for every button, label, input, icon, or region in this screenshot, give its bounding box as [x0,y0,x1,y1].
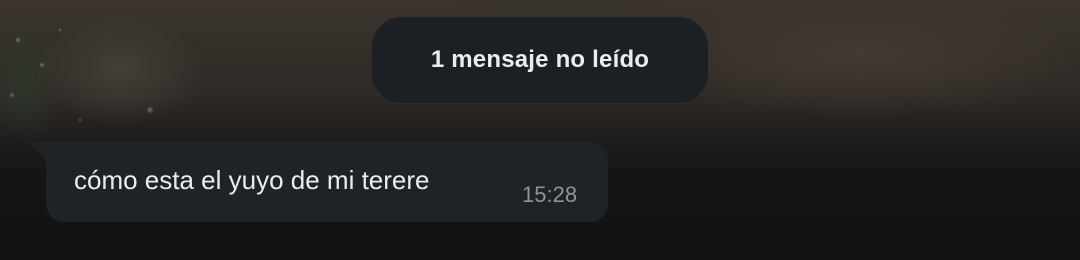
chat-wallpaper-highlights [0,0,200,150]
incoming-message-bubble[interactable]: cómo esta el yuyo de mi terere 15:28 [46,142,608,222]
message-timestamp: 15:28 [522,182,578,207]
message-text: cómo esta el yuyo de mi terere [74,165,430,195]
message-bubble-tail [28,142,46,160]
unread-messages-label: 1 mensaje no leído [430,46,650,73]
unread-messages-banner: 1 mensaje no leído [372,17,708,103]
